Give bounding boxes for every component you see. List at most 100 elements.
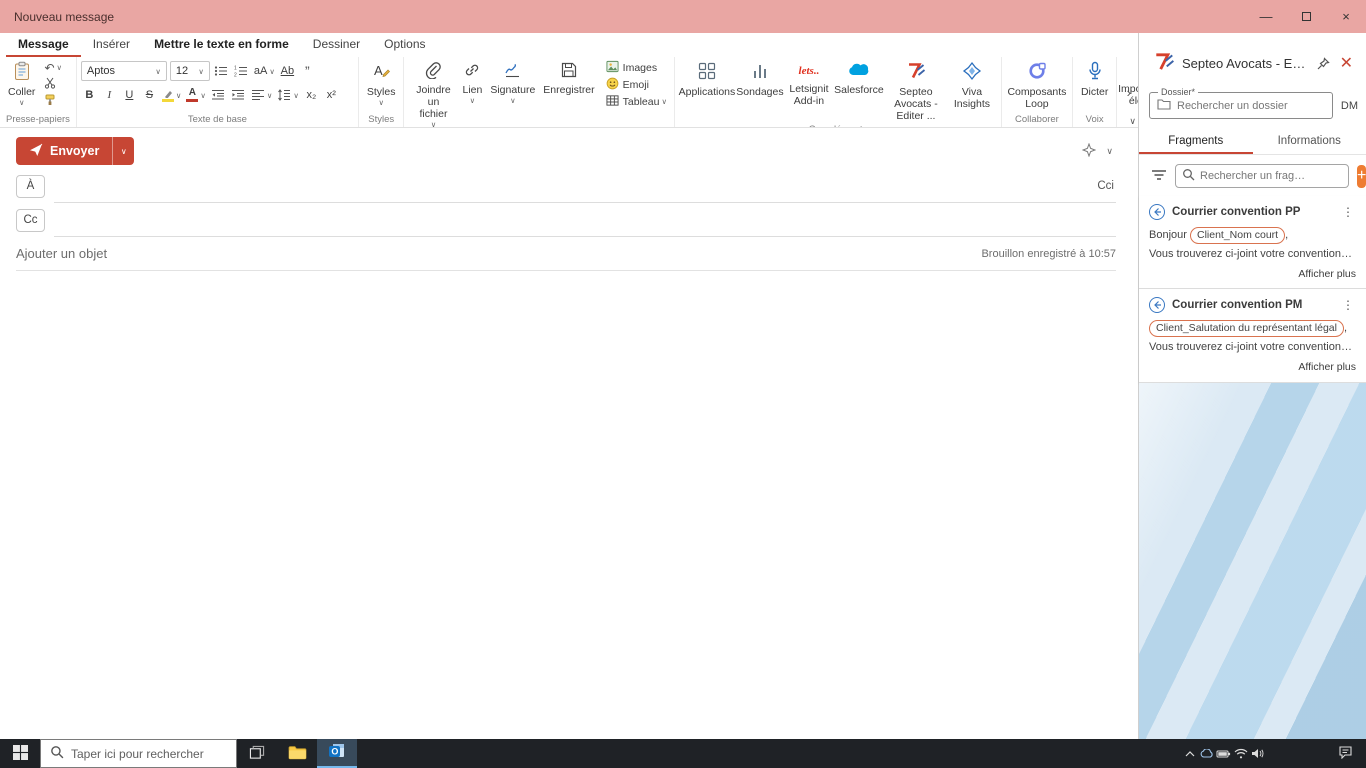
to-row: À Cci: [16, 169, 1116, 203]
font-size-select[interactable]: 12 ∨: [169, 61, 210, 81]
table-icon: [606, 94, 619, 110]
signature-button[interactable]: Signature ∨: [486, 59, 539, 107]
fragment-search-field[interactable]: [1175, 164, 1349, 188]
numbered-list-button[interactable]: 12: [233, 62, 250, 80]
start-button[interactable]: [0, 739, 40, 768]
cc-input[interactable]: [54, 212, 1116, 227]
file-explorer-button[interactable]: [277, 739, 317, 768]
to-input[interactable]: [54, 178, 1096, 193]
taskbar-search-input[interactable]: [71, 746, 227, 761]
outlook-taskbar-button[interactable]: O: [317, 739, 357, 768]
kebab-menu-icon[interactable]: ⋮: [1340, 205, 1356, 219]
fragment-card[interactable]: Courrier convention PP ⋮ Bonjour Client_…: [1139, 196, 1366, 290]
quote-icon[interactable]: ”: [299, 62, 316, 80]
tab-message[interactable]: Message: [6, 33, 81, 57]
font-family-select[interactable]: Aptos ∨: [80, 61, 167, 81]
paste-button[interactable]: Coller ∨: [4, 59, 39, 109]
panel-title: Septeo Avocats - E…: [1182, 56, 1306, 71]
loop-components-button[interactable]: Composants Loop: [1006, 59, 1068, 112]
save-button[interactable]: Enregistrer: [539, 59, 598, 98]
font-color-button[interactable]: A ∨: [185, 86, 207, 104]
septeo-avocats-editer-button[interactable]: Septeo Avocats - Editer ...: [885, 59, 947, 124]
taskbar-search-box[interactable]: [40, 739, 237, 768]
draft-status: Brouillon enregistré à 10:57: [981, 247, 1116, 260]
show-more-link[interactable]: Afficher plus: [1149, 359, 1356, 375]
bullet-list-button[interactable]: [213, 62, 230, 80]
strikethrough-button[interactable]: S: [141, 86, 158, 104]
tab-options[interactable]: Options: [372, 33, 437, 57]
attach-file-button[interactable]: Joindre un fichier ∨: [408, 59, 458, 127]
cut-button[interactable]: [41, 76, 65, 93]
cc-button[interactable]: Cc: [16, 208, 45, 232]
pin-icon[interactable]: [1316, 56, 1330, 71]
format-painter-icon: [44, 94, 56, 109]
fragment-search-input[interactable]: [1200, 170, 1342, 182]
viva-insights-button[interactable]: Viva Insights: [947, 59, 997, 112]
send-button[interactable]: Envoyer: [16, 137, 112, 165]
filter-icon[interactable]: [1151, 169, 1167, 184]
tab-fragments[interactable]: Fragments: [1139, 129, 1253, 154]
tray-volume-icon[interactable]: [1249, 739, 1266, 768]
tray-battery-icon[interactable]: [1215, 739, 1232, 768]
underline-button[interactable]: U: [121, 86, 138, 104]
tray-expand-chevron-icon[interactable]: [1181, 739, 1198, 768]
taskbar-spacer: [1266, 739, 1324, 768]
add-fragment-button[interactable]: +: [1357, 164, 1366, 188]
tab-dessiner[interactable]: Dessiner: [301, 33, 372, 57]
insert-fragment-icon[interactable]: [1149, 297, 1165, 314]
action-center-button[interactable]: [1324, 739, 1366, 768]
line-spacing-button[interactable]: ∨: [276, 86, 300, 104]
link-button[interactable]: Lien ∨: [458, 59, 486, 107]
images-button[interactable]: Images: [603, 59, 670, 76]
send-options-dropdown[interactable]: ∨: [112, 137, 134, 165]
show-more-link[interactable]: Afficher plus: [1149, 266, 1356, 282]
system-tray: [1181, 739, 1266, 768]
insert-fragment-icon[interactable]: [1149, 204, 1165, 220]
minimize-button[interactable]: —: [1246, 0, 1286, 33]
tray-network-icon[interactable]: [1232, 739, 1249, 768]
dossier-search-input[interactable]: [1177, 99, 1325, 112]
user-initials[interactable]: DM: [1341, 100, 1358, 112]
window-titlebar: Nouveau message — ×: [0, 0, 1366, 33]
clear-formatting-button[interactable]: Ab: [279, 62, 296, 80]
dossier-search-field[interactable]: Dossier*: [1149, 87, 1333, 119]
tab-informations[interactable]: Informations: [1253, 129, 1366, 154]
message-options-chevron[interactable]: ∨: [1106, 146, 1113, 157]
applications-button[interactable]: Applications: [679, 59, 735, 100]
letsignit-button[interactable]: lets.. Letsignit Add-in: [785, 59, 833, 109]
subscript-button[interactable]: x₂: [303, 86, 320, 104]
to-button[interactable]: À: [16, 174, 45, 198]
tray-cloud-icon[interactable]: [1198, 739, 1215, 768]
bcc-button[interactable]: Cci: [1095, 180, 1116, 192]
sparkle-icon[interactable]: [1081, 142, 1097, 160]
polls-button[interactable]: Sondages: [735, 59, 785, 100]
styles-button[interactable]: A Styles ∨: [363, 59, 400, 109]
fragment-card[interactable]: Courrier convention PM ⋮ Client_Salutati…: [1139, 289, 1366, 383]
italic-button[interactable]: I: [101, 86, 118, 104]
bold-button[interactable]: B: [81, 86, 98, 104]
table-button[interactable]: Tableau ∨: [603, 93, 670, 110]
message-body[interactable]: [0, 271, 1139, 739]
superscript-button[interactable]: x²: [323, 86, 340, 104]
ribbon-collapse-button[interactable]: ∨: [1129, 116, 1136, 127]
decrease-indent-button[interactable]: [210, 86, 227, 104]
tab-mettre-le-texte-en-forme[interactable]: Mettre le texte en forme: [142, 33, 301, 57]
format-painter-button[interactable]: [41, 93, 65, 110]
close-button[interactable]: ×: [1326, 0, 1366, 33]
task-view-button[interactable]: [237, 739, 277, 768]
kebab-menu-icon[interactable]: ⋮: [1340, 298, 1356, 312]
salesforce-button[interactable]: Salesforce: [833, 59, 885, 98]
highlight-button[interactable]: ∨: [161, 86, 183, 104]
tab-inserer[interactable]: Insérer: [81, 33, 142, 57]
panel-close-button[interactable]: ✕: [1337, 55, 1356, 72]
dictate-button[interactable]: Dicter: [1077, 59, 1112, 100]
increase-indent-button[interactable]: [230, 86, 247, 104]
chevron-down-icon: ∨: [378, 98, 384, 108]
emoji-button[interactable]: Emoji: [603, 76, 670, 93]
undo-button[interactable]: ↶ ∨: [41, 59, 65, 76]
subject-input[interactable]: [16, 246, 970, 261]
change-case-button[interactable]: aA ∨: [253, 62, 276, 80]
align-button[interactable]: ∨: [250, 86, 274, 104]
maximize-button[interactable]: [1286, 0, 1326, 33]
ribbon-scroll-right-button[interactable]: ›: [1127, 85, 1131, 100]
